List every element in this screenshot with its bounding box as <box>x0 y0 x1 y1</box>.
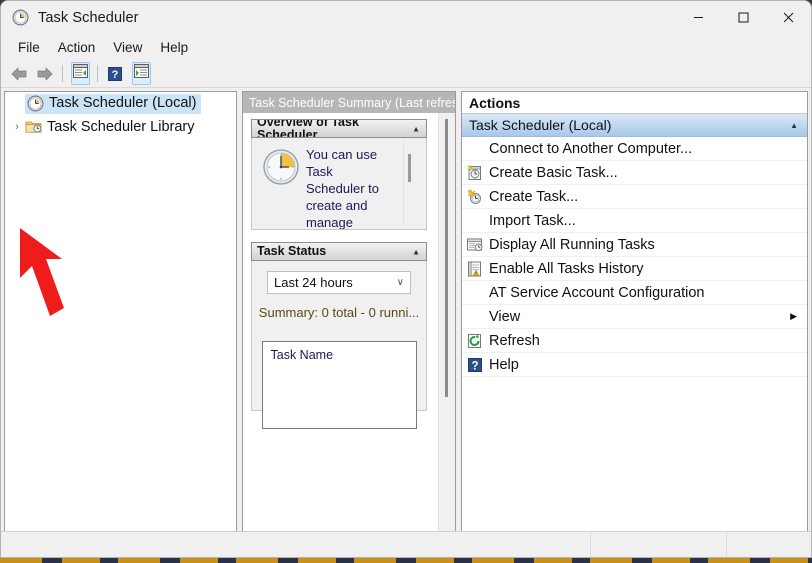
action-at-service-account-configuration[interactable]: AT Service Account Configuration <box>462 281 807 305</box>
action-label: Connect to Another Computer... <box>489 141 692 157</box>
show-hide-action-pane-icon[interactable] <box>128 62 154 86</box>
time-period-dropdown[interactable]: Last 24 hours ∨ <box>267 271 411 294</box>
actions-group-header[interactable]: Task Scheduler (Local) ▲ <box>462 114 807 137</box>
forward-arrow-icon[interactable] <box>32 62 58 86</box>
close-button[interactable] <box>766 1 811 34</box>
toolbar-separator-2 <box>97 65 98 82</box>
running-tasks-icon <box>466 236 484 254</box>
actions-pane-title: Actions <box>462 92 807 114</box>
action-label: Create Basic Task... <box>489 165 618 181</box>
chevron-right-icon[interactable]: › <box>9 121 25 133</box>
red-arrow-annotation-icon <box>8 220 78 330</box>
action-help[interactable]: ? Help <box>462 353 807 377</box>
action-connect-to-another-computer[interactable]: Connect to Another Computer... <box>462 137 807 161</box>
summary-vertical-scrollbar[interactable] <box>438 113 455 531</box>
column-header-task-name: Task Name <box>271 348 334 362</box>
task-scheduler-window: Task Scheduler File Action View Help <box>0 0 812 558</box>
chevron-down-icon[interactable]: ∨ <box>397 277 404 288</box>
sidebar-item-label: Task Scheduler Library <box>47 119 195 135</box>
task-status-section-title: Task Status <box>257 245 326 258</box>
action-refresh[interactable]: Refresh <box>462 329 807 353</box>
clock-icon <box>12 9 29 26</box>
overview-section: Overview of Task Scheduler ▲ <box>251 119 427 230</box>
action-label: Help <box>489 357 519 373</box>
toolbar: ? <box>1 60 811 88</box>
action-create-task[interactable]: Create Task... <box>462 185 807 209</box>
overview-description: You can use Task Scheduler to create and… <box>306 146 384 229</box>
action-label: Enable All Tasks History <box>489 261 643 277</box>
sidebar-item-task-scheduler-local[interactable]: Task Scheduler (Local) <box>5 92 236 115</box>
action-label: Import Task... <box>489 213 576 229</box>
summary-content: Overview of Task Scheduler ▲ <box>243 113 438 531</box>
chevron-up-icon[interactable]: ▲ <box>412 124 420 133</box>
menu-action[interactable]: Action <box>49 37 105 58</box>
action-label: AT Service Account Configuration <box>489 285 704 301</box>
folder-clock-icon <box>25 118 42 135</box>
submenu-arrow-icon[interactable]: ▶ <box>790 311 797 322</box>
svg-text:?: ? <box>471 360 478 372</box>
statusbar <box>1 531 811 557</box>
help-icon: ? <box>466 356 484 374</box>
overview-scrollbar[interactable] <box>403 142 415 225</box>
create-task-icon <box>466 188 484 206</box>
main-content: Task Scheduler (Local) › Task Scheduler … <box>1 88 811 556</box>
no-icon-placeholder <box>466 212 484 230</box>
action-label: View <box>489 309 520 325</box>
action-label: Refresh <box>489 333 540 349</box>
help-icon[interactable]: ? <box>102 62 128 86</box>
window-controls <box>676 1 811 34</box>
clock-icon <box>27 95 44 112</box>
overview-section-body: You can use Task Scheduler to create and… <box>251 138 427 230</box>
tasks-history-icon <box>466 260 484 278</box>
action-display-all-running-tasks[interactable]: Display All Running Tasks <box>462 233 807 257</box>
actions-group-label: Task Scheduler (Local) <box>469 117 611 133</box>
action-view[interactable]: View ▶ <box>462 305 807 329</box>
actions-pane: Actions Task Scheduler (Local) ▲ Connect… <box>461 91 808 556</box>
refresh-icon <box>466 332 484 350</box>
svg-text:?: ? <box>112 69 119 81</box>
time-period-value: Last 24 hours <box>274 275 397 290</box>
summary-scroll-area: Overview of Task Scheduler ▲ <box>243 113 455 531</box>
overview-section-title: Overview of Task Scheduler <box>257 119 421 138</box>
menubar: File Action View Help <box>1 34 811 60</box>
tree-node-selected[interactable]: Task Scheduler (Local) <box>25 94 201 114</box>
console-tree-pane: Task Scheduler (Local) › Task Scheduler … <box>4 91 237 556</box>
action-label: Display All Running Tasks <box>489 237 655 253</box>
summary-pane-header: Task Scheduler Summary (Last refreshed <box>243 92 455 113</box>
sidebar-item-label: Task Scheduler (Local) <box>49 95 197 111</box>
window-title: Task Scheduler <box>38 10 139 26</box>
statusbar-cell-main <box>1 532 590 557</box>
menu-help[interactable]: Help <box>151 37 197 58</box>
back-arrow-icon[interactable] <box>6 62 32 86</box>
summary-pane: Task Scheduler Summary (Last refreshed O… <box>242 91 456 556</box>
create-basic-task-icon <box>466 164 484 182</box>
menu-file[interactable]: File <box>9 37 49 58</box>
task-status-section-body: Last 24 hours ∨ Summary: 0 total - 0 run… <box>251 261 427 411</box>
no-icon-placeholder <box>466 284 484 302</box>
menu-view[interactable]: View <box>104 37 151 58</box>
action-enable-all-tasks-history[interactable]: Enable All Tasks History <box>462 257 807 281</box>
minimize-button[interactable] <box>676 1 721 34</box>
chevron-up-icon[interactable]: ▲ <box>412 247 420 256</box>
toolbar-separator <box>62 65 63 82</box>
statusbar-cell-third <box>726 532 811 557</box>
statusbar-cell-second <box>590 532 726 557</box>
titlebar: Task Scheduler <box>1 1 811 34</box>
task-status-summary: Summary: 0 total - 0 runni... <box>252 305 426 320</box>
overview-section-header[interactable]: Overview of Task Scheduler ▲ <box>251 119 427 138</box>
task-status-section-header[interactable]: Task Status ▲ <box>251 242 427 261</box>
chevron-up-icon[interactable]: ▲ <box>790 121 798 130</box>
no-icon-placeholder <box>466 308 484 326</box>
task-name-list[interactable]: Task Name <box>262 341 417 429</box>
action-import-task[interactable]: Import Task... <box>462 209 807 233</box>
show-hide-console-tree-icon[interactable] <box>67 62 93 86</box>
action-label: Create Task... <box>489 189 578 205</box>
clock-icon <box>262 148 300 186</box>
sidebar-item-task-scheduler-library[interactable]: › Task Scheduler Library <box>5 115 236 138</box>
no-icon-placeholder <box>466 140 484 158</box>
task-status-section: Task Status ▲ Last 24 hours ∨ Summary: 0… <box>251 242 427 411</box>
action-create-basic-task[interactable]: Create Basic Task... <box>462 161 807 185</box>
maximize-button[interactable] <box>721 1 766 34</box>
